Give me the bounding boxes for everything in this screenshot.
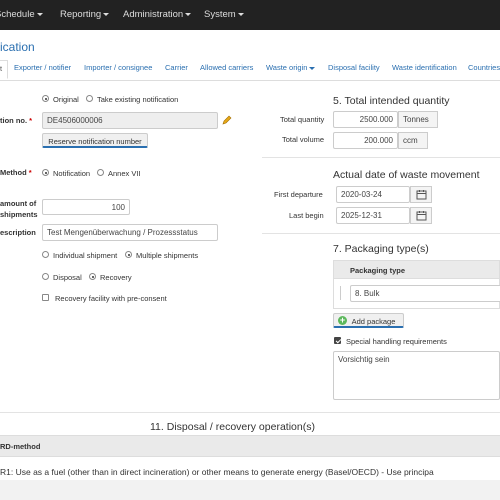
rd-method-column-header: RD-method — [0, 442, 41, 451]
amount-label: amount of — [0, 199, 37, 208]
special-handling-textarea[interactable]: Vorsichtig sein — [333, 351, 500, 400]
last-begin-input[interactable]: 2025-12-31 — [336, 207, 410, 224]
tab-disposal-facility[interactable]: Disposal facility — [328, 63, 380, 72]
type-original-label: Original — [53, 95, 79, 104]
required-marker: * — [29, 116, 33, 125]
plus-circle-icon: + — [338, 315, 347, 325]
nav-system-label: System — [204, 9, 236, 20]
special-handling-label: Special handling requirements — [346, 337, 447, 346]
individual-shipment-label: Individual shipment — [53, 251, 118, 260]
footer-bar — [0, 480, 500, 500]
nav-schedule-label: Schedule — [0, 9, 35, 20]
nav-reporting-label: Reporting — [60, 9, 102, 20]
chevron-down-icon — [185, 12, 192, 16]
description-input[interactable]: Test Mengenüberwachung / Prozessstatus — [42, 224, 218, 241]
chevron-down-icon — [309, 66, 316, 70]
tab-bar: t Exporter / notifier Importer / consign… — [0, 60, 500, 81]
chevron-down-icon — [103, 12, 110, 16]
method-notification-radio[interactable] — [42, 169, 49, 176]
tab-waste-origin-label: Waste origin — [266, 63, 308, 72]
first-departure-calendar[interactable] — [410, 186, 432, 203]
total-quantity-unit: Tonnes — [398, 111, 438, 128]
last-begin-label: Last begin — [289, 211, 324, 220]
tab-exporter[interactable]: Exporter / notifier — [14, 63, 71, 72]
quantity-heading: 5. Total intended quantity — [333, 95, 450, 107]
add-package-button[interactable]: + Add package — [333, 313, 404, 328]
tab-carrier[interactable]: Carrier — [165, 63, 188, 72]
recovery-label: Recovery — [100, 273, 132, 282]
drag-handle[interactable] — [340, 286, 341, 300]
packaging-table-header: Packaging type — [333, 260, 500, 279]
calendar-icon — [416, 190, 427, 200]
divider — [262, 157, 500, 158]
notification-no-label-text: tion no. — [0, 116, 28, 125]
nav-reporting[interactable]: Reporting — [60, 9, 110, 20]
type-original-radio[interactable] — [42, 95, 49, 102]
first-departure-label: First departure — [274, 190, 323, 199]
method-annex-radio[interactable] — [97, 169, 104, 176]
required-marker: * — [28, 168, 32, 177]
add-package-label: Add package — [351, 317, 396, 326]
total-volume-unit: ccm — [398, 132, 428, 149]
page-title: ication — [0, 40, 35, 54]
preconsent-checkbox[interactable] — [42, 294, 49, 301]
nav-system[interactable]: System — [204, 9, 244, 20]
nav-schedule[interactable]: Schedule — [0, 9, 43, 20]
method-notification-label: Notification — [53, 169, 91, 178]
disposal-label: Disposal — [53, 273, 82, 282]
chevron-down-icon — [237, 12, 244, 16]
chevron-down-icon — [36, 12, 43, 16]
method-annex-label: Annex VII — [108, 169, 141, 178]
notification-no-field[interactable]: DE4506000006 — [42, 112, 218, 129]
operation-row[interactable]: R1: Use as a fuel (other than in direct … — [0, 467, 500, 477]
shipments-label: shipments — [0, 210, 38, 219]
tab-countries[interactable]: Countries — [468, 63, 500, 72]
special-handling-checkbox[interactable] — [334, 337, 341, 344]
last-begin-calendar[interactable] — [410, 207, 432, 224]
nav-administration[interactable]: Administration — [123, 9, 192, 20]
calendar-icon — [416, 211, 427, 221]
operations-table-header: RD-method — [0, 435, 500, 457]
amount-of-shipments-input[interactable]: 100 — [42, 199, 130, 215]
description-label: escription — [0, 228, 36, 237]
disposal-radio[interactable] — [42, 273, 49, 280]
edit-pencil-icon[interactable] — [221, 115, 232, 126]
multiple-shipments-label: Multiple shipments — [136, 251, 199, 260]
tab-allowed-carriers[interactable]: Allowed carriers — [200, 63, 253, 72]
type-take-existing-radio[interactable] — [86, 95, 93, 102]
packaging-column-header: Packaging type — [350, 266, 406, 275]
packaging-row: 8. Bulk — [333, 279, 500, 309]
first-departure-input[interactable]: 2020-03-24 — [336, 186, 410, 203]
total-quantity-input[interactable]: 2500.000 — [333, 111, 398, 128]
recovery-radio[interactable] — [89, 273, 96, 280]
packaging-type-select[interactable]: 8. Bulk — [350, 285, 500, 302]
method-label: Method * — [0, 168, 32, 177]
movement-heading: Actual date of waste movement — [333, 169, 480, 181]
multiple-shipments-radio[interactable] — [125, 251, 132, 258]
total-quantity-label: Total quantity — [280, 115, 325, 124]
top-navbar: Schedule Reporting Administration System — [0, 0, 500, 30]
preconsent-label: Recovery facility with pre-consent — [55, 294, 167, 303]
tab-general[interactable]: t — [0, 60, 9, 79]
type-take-existing-label: Take existing notification — [97, 95, 179, 104]
total-volume-label: Total volume — [282, 135, 325, 144]
notification-no-label: tion no. * — [0, 116, 32, 125]
method-label-text: Method — [0, 168, 27, 177]
tab-waste-origin[interactable]: Waste origin — [266, 63, 316, 72]
tab-importer[interactable]: Importer / consignee — [84, 63, 152, 72]
total-volume-input[interactable]: 200.000 — [333, 132, 398, 149]
nav-administration-label: Administration — [123, 9, 184, 20]
reserve-notification-button[interactable]: Reserve notification number — [42, 133, 148, 148]
tab-waste-identification[interactable]: Waste identification — [392, 63, 457, 72]
divider — [0, 412, 500, 413]
operations-heading: 11. Disposal / recovery operation(s) — [150, 421, 315, 433]
individual-shipment-radio[interactable] — [42, 251, 49, 258]
packaging-heading: 7. Packaging type(s) — [333, 243, 429, 255]
divider — [262, 233, 500, 234]
